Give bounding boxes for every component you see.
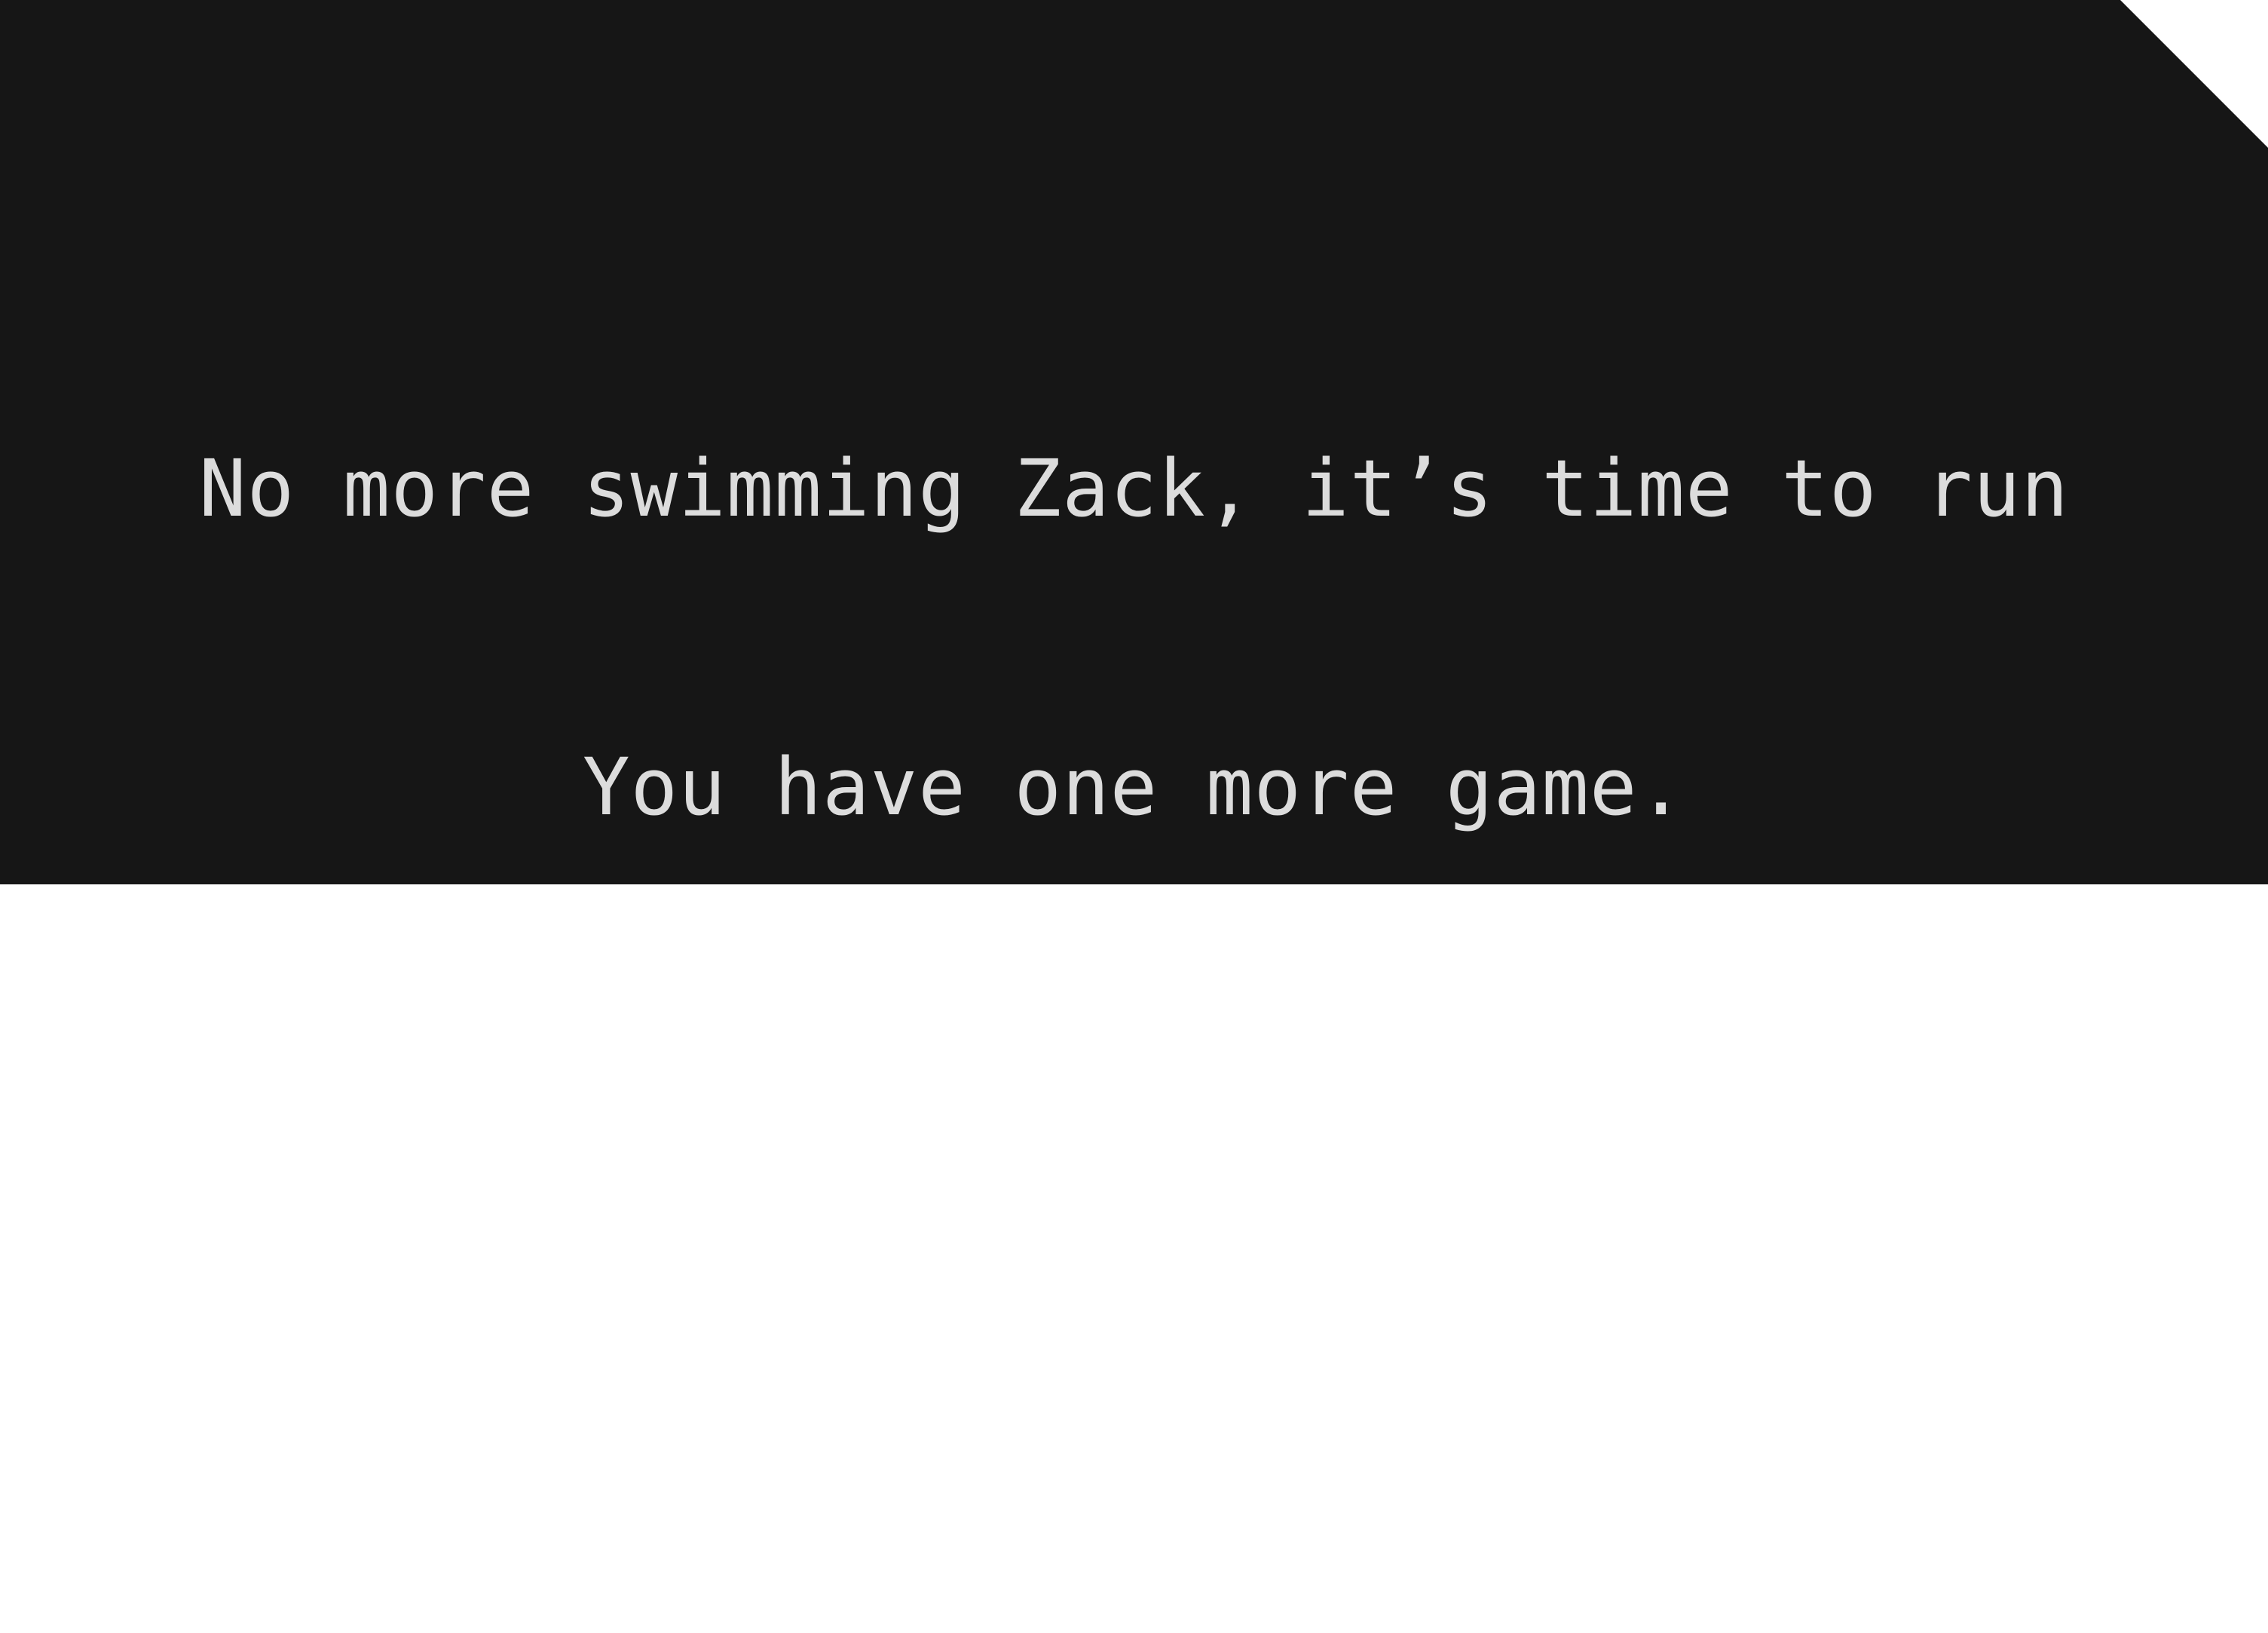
poem-line-3: Do it with a friend ‘cuz your muscles	[246, 1040, 2022, 1132]
poem-line-2: You have one more game.	[582, 741, 1686, 833]
message-panel: No more swimming Zack, it’s time to run …	[0, 0, 2268, 884]
poem-text: No more swimming Zack, it’s time to run …	[0, 240, 2268, 1430]
poem-line-4: might ache real bad.	[654, 1338, 1614, 1430]
poem-line-1: No more swimming Zack, it’s time to run	[199, 443, 2069, 535]
